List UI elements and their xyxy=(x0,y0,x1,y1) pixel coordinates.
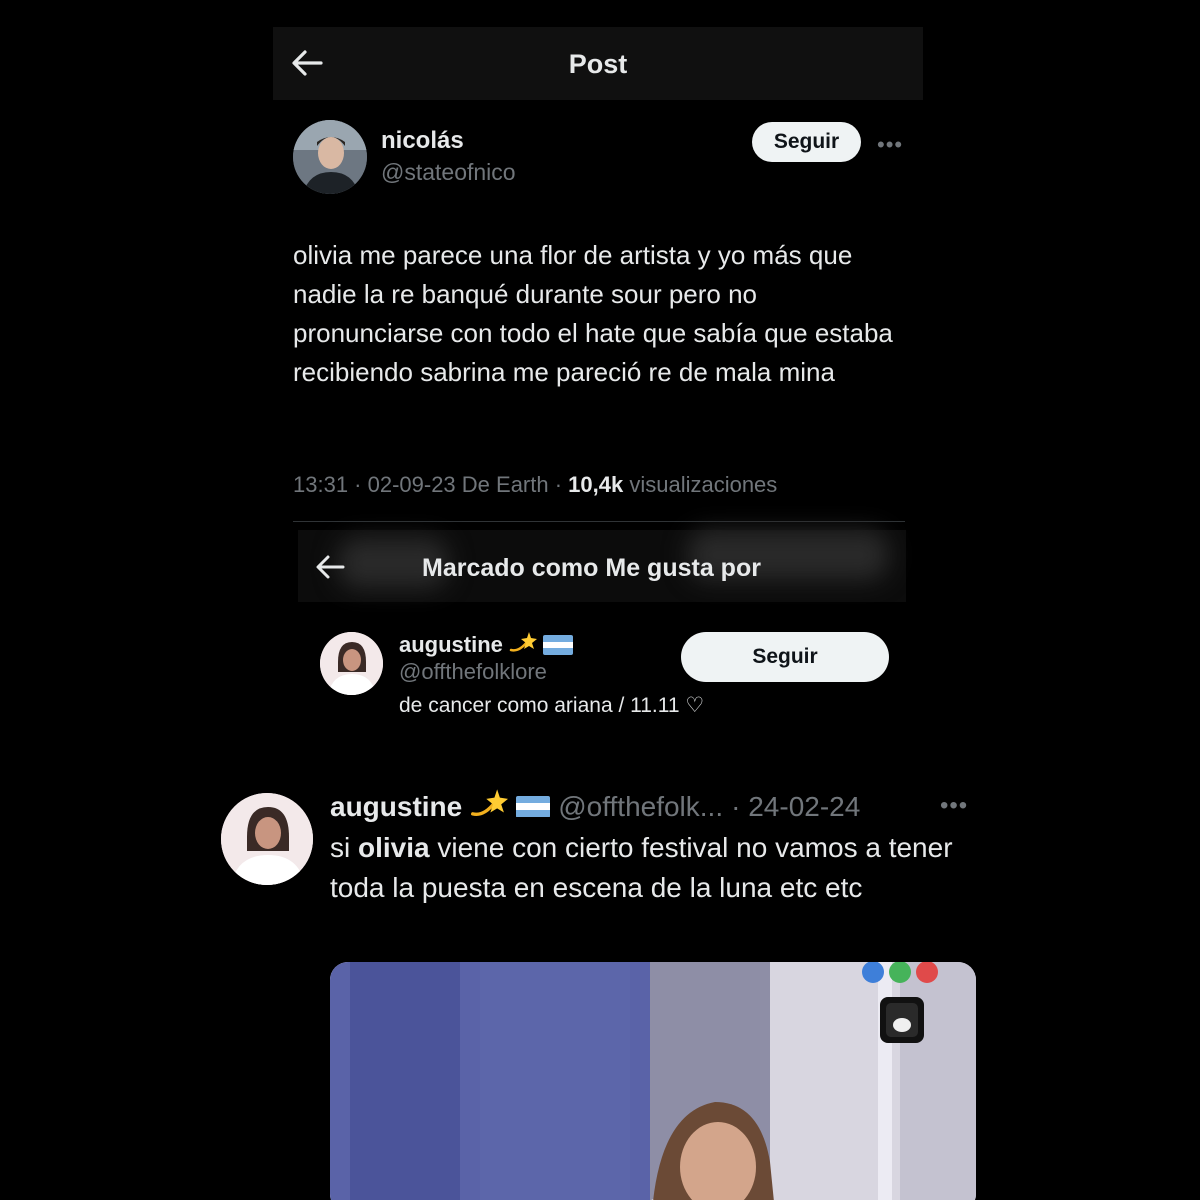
views-count[interactable]: 10,4k xyxy=(568,472,623,497)
author-handle[interactable]: @stateofnico xyxy=(381,159,516,186)
argentina-flag-icon xyxy=(516,795,551,818)
liked-by-header: Marcado como Me gusta por xyxy=(298,530,906,602)
liker-handle[interactable]: @offthefolklore xyxy=(399,659,547,685)
back-arrow-icon[interactable] xyxy=(315,554,345,580)
page-title: Post xyxy=(568,49,628,79)
tweet-text-prefix: si xyxy=(330,832,358,863)
tweet-date[interactable]: · 24-02-24 xyxy=(731,791,860,823)
tweet-text-highlight: olivia xyxy=(358,832,430,863)
dizzy-star-icon xyxy=(509,630,537,660)
argentina-flag-icon xyxy=(542,635,573,655)
post-meta: 13:31 · 02-09-23 De Earth · 10,4k visual… xyxy=(293,472,777,498)
tweet-author-handle[interactable]: @offthefolk... xyxy=(558,791,723,823)
author-name[interactable]: nicolás xyxy=(381,127,464,155)
dizzy-star-icon xyxy=(470,786,509,827)
divider xyxy=(293,521,905,522)
more-options-icon[interactable]: ••• xyxy=(940,792,968,820)
tweet-header: augustine @offthefolk... · 24-02-24 xyxy=(330,786,860,827)
liker-avatar[interactable] xyxy=(320,632,383,695)
post-timestamp: 13:31 · 02-09-23 De Earth · xyxy=(293,472,569,497)
liker-bio: de cancer como ariana / 11.11 ♡ xyxy=(399,694,705,717)
follow-button[interactable]: Seguir xyxy=(752,122,861,162)
more-options-icon[interactable]: ••• xyxy=(877,132,903,158)
tweet-author-name[interactable]: augustine xyxy=(330,791,462,823)
liker-name-row[interactable]: augustine xyxy=(399,630,573,660)
tweet-media-video[interactable] xyxy=(330,962,976,1200)
post-header-bar: Post xyxy=(273,27,923,100)
views-label: visualizaciones xyxy=(623,472,778,497)
tweet-text: si olivia viene con cierto festival no v… xyxy=(330,828,970,908)
liked-by-title: Marcado como Me gusta por xyxy=(422,554,761,582)
post-text: olivia me parece una flor de artista y y… xyxy=(293,240,893,387)
author-avatar[interactable] xyxy=(293,120,367,194)
follow-button[interactable]: Seguir xyxy=(681,632,889,682)
liker-name[interactable]: augustine xyxy=(399,632,503,658)
tweet-author-avatar[interactable] xyxy=(221,793,313,885)
